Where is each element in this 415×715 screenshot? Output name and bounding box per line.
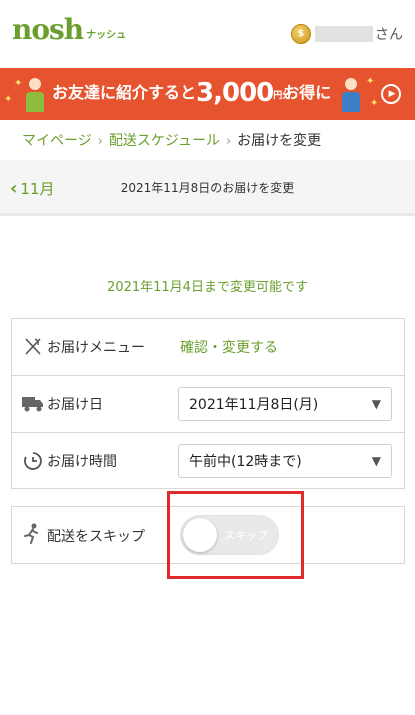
date-select-value: 2021年11月8日(月) — [189, 397, 319, 413]
dropdown-arrow-icon: ▼ — [371, 397, 381, 411]
breadcrumb-mypage[interactable]: マイページ — [22, 133, 92, 149]
menu-change-link[interactable]: 確認・変更する — [180, 337, 278, 357]
running-person-icon — [22, 523, 44, 545]
coin-icon: $ — [291, 24, 311, 44]
highlight-box — [167, 491, 304, 579]
banner-text: お友達に紹介すると3,000円分お得に — [52, 78, 331, 108]
play-icon[interactable]: ▶ — [381, 84, 401, 104]
clock-icon — [22, 450, 44, 472]
delivery-settings-panel: お届けメニュー 確認・変更する お届け日 2021年11月8日(月) ▼ お届け… — [11, 318, 405, 489]
user-name-redacted — [315, 26, 373, 42]
time-select[interactable]: 午前中(12時まで) ▼ — [178, 443, 392, 478]
user-suffix: さん — [375, 27, 403, 43]
time-row: お届け時間 午前中(12時まで) ▼ — [12, 433, 404, 488]
user-info[interactable]: $ さん — [291, 24, 403, 44]
person-illustration-left — [24, 74, 46, 116]
banner-amount: 3,000 — [196, 78, 274, 108]
person-illustration-right — [340, 74, 362, 116]
app-header: nosh ナッシュ $ さん — [0, 0, 415, 68]
chevron-right-icon: › — [97, 134, 103, 149]
date-label: お届け日 — [47, 397, 103, 413]
referral-banner[interactable]: ✦ ✦ お友達に紹介すると3,000円分お得に ✦ ✦ ▶ — [0, 68, 415, 120]
breadcrumb: マイページ › 配送スケジュール › お届けを変更 — [22, 130, 321, 150]
change-deadline-notice: 2021年11月4日まで変更可能です — [107, 280, 308, 295]
date-row: お届け日 2021年11月8日(月) ▼ — [12, 376, 404, 433]
chevron-right-icon: › — [225, 134, 232, 149]
breadcrumb-current: お届けを変更 — [237, 133, 322, 149]
time-label: お届け時間 — [47, 453, 117, 470]
banner-text-post: お得に — [283, 83, 332, 102]
menu-label: お届けメニュー — [47, 340, 145, 356]
breadcrumb-schedule[interactable]: 配送スケジュール — [109, 133, 220, 149]
sparkle-icon: ✦ — [4, 94, 13, 105]
utensils-icon — [22, 336, 44, 358]
logo-wordmark: nosh — [12, 13, 84, 46]
menu-row: お届けメニュー 確認・変更する — [12, 319, 404, 376]
time-select-value: 午前中(12時まで) — [189, 453, 302, 470]
sparkle-icon: ✦ — [366, 76, 375, 87]
sub-navigation: ‹ 11月 2021年11月8日のお届けを変更 — [0, 160, 415, 216]
sparkle-icon: ✦ — [14, 78, 23, 89]
nosh-logo[interactable]: nosh ナッシュ — [12, 16, 126, 44]
date-select[interactable]: 2021年11月8日(月) ▼ — [178, 387, 392, 421]
logo-kana: ナッシュ — [86, 30, 127, 41]
banner-yen: 円分 — [273, 91, 292, 101]
skip-label: 配送をスキップ — [47, 529, 145, 545]
truck-icon — [22, 393, 44, 415]
page-title: 2021年11月8日のお届けを変更 — [120, 181, 295, 195]
dropdown-arrow-icon: ▼ — [371, 453, 381, 468]
banner-text-pre: お友達に紹介すると — [52, 83, 197, 102]
sparkle-icon: ✦ — [370, 98, 379, 109]
